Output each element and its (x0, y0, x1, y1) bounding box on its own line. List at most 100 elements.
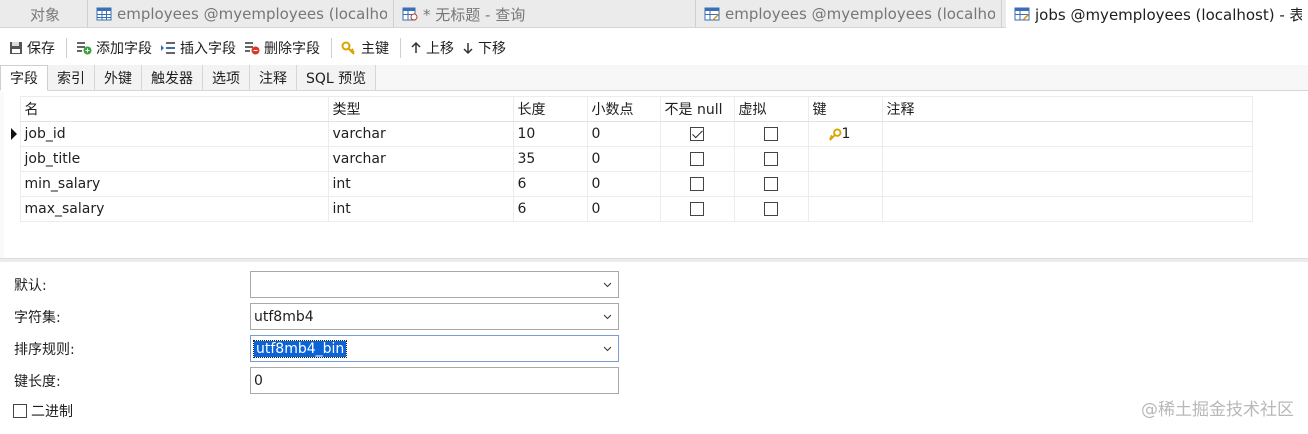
key-length-label: 键长度: (14, 374, 61, 390)
not-null-checkbox[interactable] (690, 202, 704, 216)
arrow-up-icon (411, 41, 421, 53)
column-header-key[interactable]: 键 (807, 96, 883, 122)
subtab-sql-preview[interactable]: SQL 预览 (297, 65, 377, 90)
virtual-checkbox[interactable] (764, 152, 778, 166)
field-name-cell[interactable]: max_salary (19, 196, 329, 222)
designer-subtabs: 字段 索引 外键 触发器 选项 注释 SQL 预览 (0, 65, 1308, 91)
insert-field-icon (161, 42, 175, 54)
column-header-not-null[interactable]: 不是 null (659, 96, 735, 122)
table-row[interactable]: max_salary int 6 0 (8, 196, 1253, 222)
tab-untitled-query[interactable]: * 无标题 - 查询 (394, 0, 696, 28)
move-up-label: 上移 (426, 41, 454, 57)
virtual-checkbox[interactable] (764, 177, 778, 191)
key-cell[interactable] (807, 196, 883, 222)
row-marker (8, 147, 20, 172)
default-combobox[interactable] (250, 271, 619, 298)
field-comment-cell[interactable] (881, 121, 1253, 147)
not-null-checkbox[interactable] (690, 127, 704, 141)
binary-option[interactable]: 二进制 (13, 401, 73, 421)
charset-value: utf8mb4 (254, 308, 314, 325)
field-type-cell[interactable]: varchar (327, 121, 514, 147)
chevron-down-icon (603, 314, 612, 320)
fields-grid-area: 名 类型 长度 小数点 不是 null 虚拟 键 注释 job_id varch… (0, 92, 1308, 258)
charset-label: 字符集: (14, 310, 61, 326)
delete-field-button[interactable]: 删除字段 (241, 35, 325, 61)
field-name-cell[interactable]: job_id (19, 121, 329, 147)
collation-select[interactable]: utf8mb4_bin (250, 335, 619, 362)
add-field-button[interactable]: 添加字段 (73, 35, 157, 61)
column-header-name[interactable]: 名 (19, 96, 329, 122)
subtab-foreign-keys[interactable]: 外键 (95, 65, 142, 90)
key-cell[interactable]: 1 (807, 121, 883, 147)
field-decimals-cell[interactable]: 0 (586, 146, 661, 172)
field-type-cell[interactable]: varchar (327, 146, 514, 172)
toolbar-divider (66, 38, 67, 58)
virtual-checkbox[interactable] (764, 127, 778, 141)
not-null-checkbox[interactable] (690, 177, 704, 191)
arrow-down-icon (463, 43, 473, 55)
field-type-cell[interactable]: int (327, 171, 514, 197)
key-cell[interactable] (807, 146, 883, 172)
column-header-comment[interactable]: 注释 (881, 96, 1253, 122)
not-null-cell (659, 121, 735, 147)
toolbar-divider (331, 38, 332, 58)
column-header-type[interactable]: 类型 (327, 96, 514, 122)
field-comment-cell[interactable] (881, 196, 1253, 222)
tab-label: employees @myemployees (localho... (117, 5, 387, 23)
subtab-triggers[interactable]: 触发器 (142, 65, 203, 90)
not-null-cell (659, 171, 735, 197)
key-order: 1 (841, 126, 851, 142)
table-row[interactable]: min_salary int 6 0 (8, 171, 1253, 197)
tab-jobs-design[interactable]: jobs @myemployees (localhost) - 表 (1006, 0, 1308, 28)
field-length-cell[interactable]: 35 (512, 146, 588, 172)
charset-select[interactable]: utf8mb4 (250, 303, 619, 330)
field-decimals-cell[interactable]: 0 (586, 121, 661, 147)
tab-objects[interactable]: 对象 (0, 0, 88, 28)
key-length-row: 键长度: (14, 367, 250, 395)
virtual-checkbox[interactable] (764, 202, 778, 216)
field-decimals-cell[interactable]: 0 (586, 196, 661, 222)
move-down-label: 下移 (478, 41, 506, 57)
field-length-cell[interactable]: 6 (512, 171, 588, 197)
virtual-cell (733, 121, 809, 147)
column-header-decimals[interactable]: 小数点 (586, 96, 661, 122)
row-marker (8, 172, 20, 197)
field-comment-cell[interactable] (881, 171, 1253, 197)
collation-row: 排序规则: (14, 335, 250, 363)
field-type-cell[interactable]: int (327, 196, 514, 222)
table-row[interactable]: job_title varchar 35 0 (8, 146, 1253, 172)
tab-employees-table[interactable]: employees @myemployees (localho... (88, 0, 394, 28)
not-null-checkbox[interactable] (690, 152, 704, 166)
binary-checkbox[interactable] (13, 404, 27, 418)
column-header-virtual[interactable]: 虚拟 (733, 96, 809, 122)
field-length-cell[interactable]: 6 (512, 196, 588, 222)
chevron-down-icon (603, 346, 612, 352)
tab-employees-design[interactable]: employees @myemployees (localho... (696, 0, 1002, 28)
field-comment-cell[interactable] (881, 146, 1253, 172)
subtab-comments[interactable]: 注释 (250, 65, 297, 90)
toolbar-divider (400, 38, 401, 58)
move-up-button[interactable]: 上移 (407, 35, 459, 61)
insert-field-button[interactable]: 插入字段 (157, 35, 241, 61)
key-cell[interactable] (807, 171, 883, 197)
field-name-cell[interactable]: min_salary (19, 171, 329, 197)
save-button[interactable]: 保存 (6, 35, 60, 61)
subtab-indexes[interactable]: 索引 (48, 65, 95, 90)
key-length-input[interactable]: 0 (250, 367, 619, 394)
subtab-fields[interactable]: 字段 (0, 65, 48, 91)
default-row: 默认: (14, 271, 250, 299)
key-icon (341, 41, 355, 55)
move-down-button[interactable]: 下移 (459, 35, 511, 61)
subtab-options[interactable]: 选项 (203, 65, 250, 90)
document-tab-strip: 对象 employees @myemployees (localho... * … (0, 0, 1308, 28)
field-length-cell[interactable]: 10 (512, 121, 588, 147)
table-design-icon (1014, 7, 1030, 21)
field-decimals-cell[interactable]: 0 (586, 171, 661, 197)
row-marker (8, 197, 20, 222)
column-header-length[interactable]: 长度 (512, 96, 588, 122)
field-name-cell[interactable]: job_title (19, 146, 329, 172)
row-marker-header (8, 97, 20, 122)
table-row[interactable]: job_id varchar 10 0 1 (8, 121, 1253, 147)
save-icon (10, 42, 22, 54)
primary-key-button[interactable]: 主键 (338, 35, 394, 61)
